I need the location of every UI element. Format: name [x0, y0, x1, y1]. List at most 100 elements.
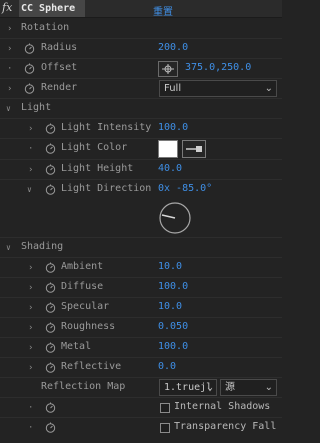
- light-color-row: · Light Color: [0, 139, 282, 160]
- render-label: Render: [41, 82, 78, 93]
- collapse-arrow-icon[interactable]: ∨: [6, 104, 14, 114]
- ambient-row: › Ambient 10.0: [0, 258, 282, 278]
- bullet-icon: ·: [7, 64, 13, 74]
- shading-label: Shading: [21, 241, 64, 252]
- layer-dropdown[interactable]: 1.truejl ⌄: [159, 379, 217, 396]
- stopwatch-icon[interactable]: [45, 302, 56, 313]
- expand-arrow-icon[interactable]: ›: [7, 24, 15, 34]
- point-picker-button[interactable]: [158, 61, 178, 77]
- render-dropdown[interactable]: Full ⌄: [159, 80, 277, 97]
- transparency-falloff-label: Transparency Fall: [174, 421, 277, 432]
- collapse-arrow-icon[interactable]: ∨: [27, 185, 35, 195]
- internal-shadows-label: Internal Shadows: [174, 401, 271, 412]
- effect-header: fx CC Sphere 重置: [0, 0, 282, 18]
- reflection-map-row: Reflection Map 1.truejl ⌄ 源 ⌄: [0, 378, 282, 398]
- stopwatch-icon[interactable]: [45, 402, 56, 413]
- stopwatch-icon[interactable]: [45, 143, 56, 154]
- expand-arrow-icon[interactable]: ›: [28, 343, 36, 353]
- light-direction-row: ∨ Light Direction 0x -85.0°: [0, 180, 282, 238]
- bullet-icon: ·: [28, 423, 34, 433]
- light-intensity-value[interactable]: 100.0: [158, 122, 188, 133]
- stopwatch-icon[interactable]: [45, 342, 56, 353]
- reflective-value[interactable]: 0.0: [158, 361, 176, 372]
- fx-icon[interactable]: fx: [2, 1, 12, 14]
- transparency-falloff-row: · Transparency Fall: [0, 418, 282, 438]
- offset-value[interactable]: 375.0,250.0: [185, 62, 251, 73]
- stopwatch-icon[interactable]: [24, 63, 35, 74]
- light-intensity-row: › Light Intensity 100.0: [0, 119, 282, 139]
- light-direction-label: Light Direction: [61, 183, 152, 194]
- reflection-map-label: Reflection Map: [41, 381, 126, 392]
- radius-row: › Radius 200.0: [0, 39, 282, 59]
- stopwatch-icon[interactable]: [45, 184, 56, 195]
- light-intensity-label: Light Intensity: [61, 122, 152, 133]
- light-group[interactable]: ∨ Light: [0, 99, 282, 119]
- light-direction-value[interactable]: 0x -85.0°: [158, 183, 212, 194]
- offset-row: · Offset 375.0,250.0: [0, 59, 282, 79]
- eyedropper-icon: [186, 146, 202, 152]
- crosshair-icon: [162, 64, 174, 74]
- expand-arrow-icon[interactable]: ›: [7, 44, 15, 54]
- expand-arrow-icon[interactable]: ›: [7, 84, 15, 94]
- internal-shadows-checkbox[interactable]: [160, 403, 170, 413]
- expand-arrow-icon[interactable]: ›: [28, 303, 36, 313]
- expand-arrow-icon[interactable]: ›: [28, 263, 36, 273]
- eyedropper-button[interactable]: [182, 140, 206, 158]
- light-height-label: Light Height: [61, 163, 134, 174]
- shading-group[interactable]: ∨ Shading: [0, 238, 282, 258]
- specular-label: Specular: [61, 301, 110, 312]
- stopwatch-icon[interactable]: [45, 123, 56, 134]
- effect-title[interactable]: CC Sphere: [19, 0, 85, 17]
- stopwatch-icon[interactable]: [45, 322, 56, 333]
- source-dropdown[interactable]: 源 ⌄: [220, 379, 277, 396]
- light-color-label: Light Color: [61, 142, 128, 153]
- specular-row: › Specular 10.0: [0, 298, 282, 318]
- specular-value[interactable]: 10.0: [158, 301, 182, 312]
- roughness-label: Roughness: [61, 321, 116, 332]
- roughness-row: › Roughness 0.050: [0, 318, 282, 338]
- collapse-arrow-icon[interactable]: ∨: [6, 243, 14, 253]
- bullet-icon: ·: [28, 403, 34, 413]
- render-row: › Render Full ⌄: [0, 79, 282, 99]
- expand-arrow-icon[interactable]: ›: [28, 165, 36, 175]
- internal-shadows-row: · Internal Shadows: [0, 398, 282, 418]
- render-dropdown-value: Full: [164, 83, 182, 94]
- bullet-icon: ·: [28, 144, 34, 154]
- ambient-label: Ambient: [61, 261, 104, 272]
- expand-arrow-icon[interactable]: ›: [28, 124, 36, 134]
- stopwatch-icon[interactable]: [24, 83, 35, 94]
- stopwatch-icon[interactable]: [45, 164, 56, 175]
- chevron-down-icon: ⌄: [264, 83, 273, 94]
- stopwatch-icon[interactable]: [24, 43, 35, 54]
- radius-value[interactable]: 200.0: [158, 42, 188, 53]
- expand-arrow-icon[interactable]: ›: [28, 363, 36, 373]
- stopwatch-icon[interactable]: [45, 362, 56, 373]
- chevron-down-icon: ⌄: [206, 382, 213, 393]
- reflective-label: Reflective: [61, 361, 122, 372]
- layer-dropdown-value: 1.truejl: [164, 382, 213, 393]
- expand-arrow-icon[interactable]: ›: [28, 283, 36, 293]
- light-height-value[interactable]: 40.0: [158, 163, 182, 174]
- source-dropdown-value: 源: [225, 382, 235, 393]
- chevron-down-icon: ⌄: [264, 382, 273, 393]
- stopwatch-icon[interactable]: [45, 262, 56, 273]
- offset-label: Offset: [41, 62, 78, 73]
- transparency-falloff-checkbox[interactable]: [160, 423, 170, 433]
- light-label: Light: [21, 102, 52, 113]
- expand-arrow-icon[interactable]: ›: [28, 323, 36, 333]
- ambient-value[interactable]: 10.0: [158, 261, 182, 272]
- rotation-group[interactable]: › Rotation: [0, 19, 282, 39]
- radius-label: Radius: [41, 42, 78, 53]
- rotation-label: Rotation: [21, 22, 70, 33]
- reset-link[interactable]: 重置: [153, 3, 173, 18]
- metal-value[interactable]: 100.0: [158, 341, 188, 352]
- angle-dial[interactable]: [158, 201, 192, 235]
- metal-label: Metal: [61, 341, 92, 352]
- diffuse-value[interactable]: 100.0: [158, 281, 188, 292]
- color-swatch[interactable]: [158, 140, 178, 158]
- roughness-value[interactable]: 0.050: [158, 321, 188, 332]
- stopwatch-icon[interactable]: [45, 422, 56, 433]
- stopwatch-icon[interactable]: [45, 282, 56, 293]
- diffuse-row: › Diffuse 100.0: [0, 278, 282, 298]
- metal-row: › Metal 100.0: [0, 338, 282, 358]
